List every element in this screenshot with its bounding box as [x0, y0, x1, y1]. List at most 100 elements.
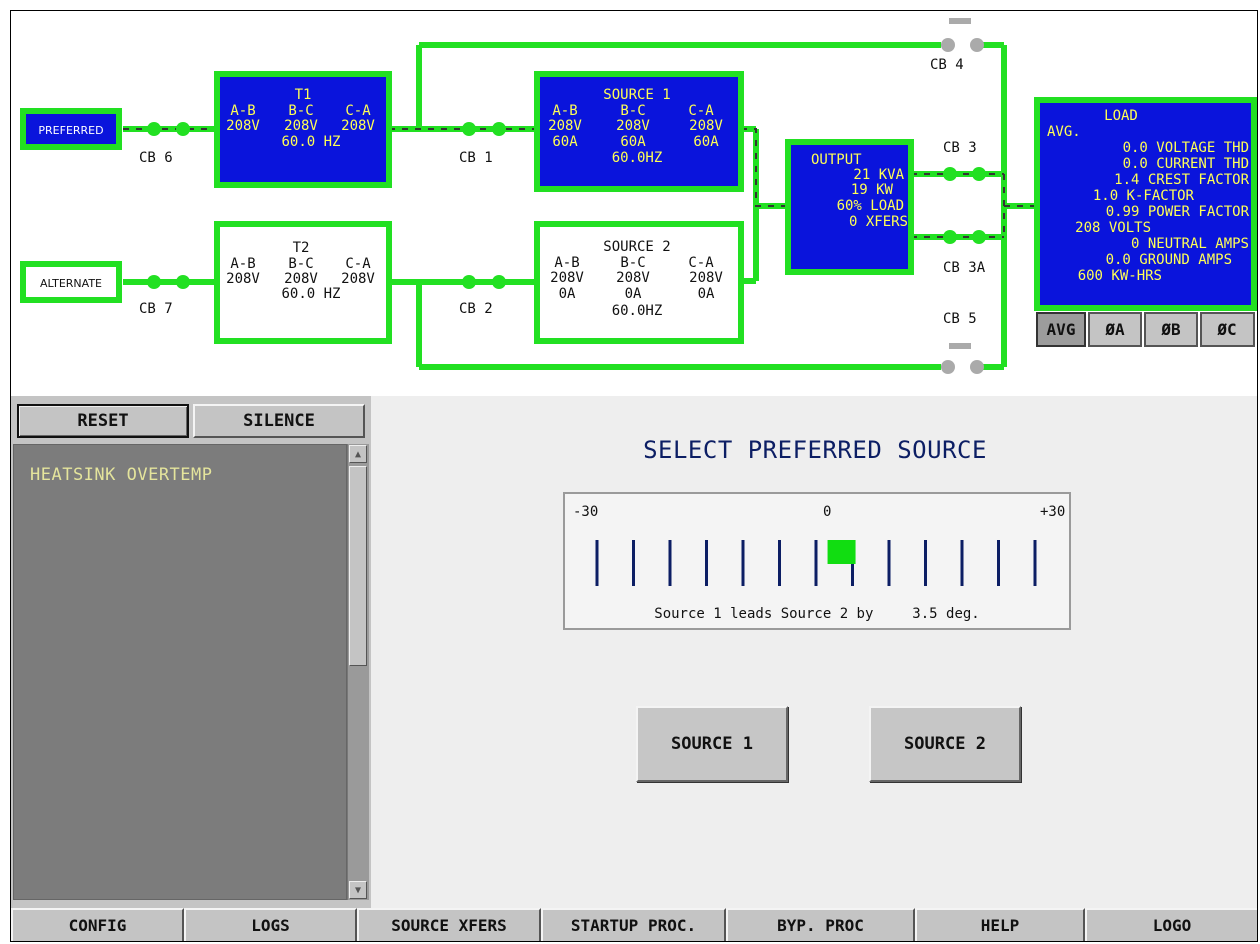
output-kva: 21 KVA [853, 167, 904, 183]
scroll-thumb[interactable] [349, 466, 367, 666]
bypass-proc-button[interactable]: BYP. PROC [726, 908, 915, 941]
load-kw-hrs: 600 KW-HRS [1078, 268, 1162, 284]
load-tab-avg[interactable]: AVG [1036, 312, 1086, 347]
source1-head-ab: A-B [552, 103, 577, 119]
load-tab-phase-b-label: ØB [1160, 320, 1181, 339]
help-button[interactable]: HELP [915, 908, 1085, 941]
cb1-contact-b [492, 122, 506, 136]
source2-amp-a: 0A [559, 286, 576, 302]
source1-amp-b: 60A [620, 134, 646, 150]
source2-head-bc: B-C [620, 255, 645, 271]
phase-caption-prefix: Source 1 leads Source 2 by [654, 606, 874, 622]
cb6-contact-a [147, 122, 161, 136]
source1-head-bc: B-C [620, 103, 645, 119]
t2-volt-ca: 208V [341, 271, 375, 287]
load-title: LOAD [1104, 108, 1138, 124]
cb7-contact-b [176, 275, 190, 289]
cb2-contact-b [492, 275, 506, 289]
cb1-contact-a [462, 122, 476, 136]
load-panel: LOAD AVG. 0.0 VOLTAGE THD 0.0 CURRENT TH… [1034, 97, 1257, 311]
load-tab-phase-c[interactable]: ØC [1200, 312, 1255, 347]
cb3-contact-b [972, 167, 986, 181]
source-xfers-button[interactable]: SOURCE XFERS [357, 908, 541, 941]
cb3a-label: CB 3A [943, 260, 986, 276]
alarm-message: HEATSINK OVERTEMP [30, 465, 213, 485]
cb5-contact-a [941, 360, 955, 374]
alarm-list[interactable]: HEATSINK OVERTEMP [13, 444, 347, 900]
cb3a-contact-b [972, 230, 986, 244]
cb2-contact-a [462, 275, 476, 289]
source1-volt-bc: 208V [616, 118, 650, 134]
t2-head-bc: B-C [288, 256, 313, 272]
reset-button[interactable]: RESET [17, 404, 189, 438]
select-source-title: SELECT PREFERRED SOURCE [643, 436, 987, 464]
t1-volt-ca: 208V [341, 118, 375, 134]
source1-volt-ca: 208V [689, 118, 723, 134]
output-load: 60% LOAD [837, 198, 904, 214]
phase-indicator [827, 540, 856, 564]
alternate-label: ALTERNATE [40, 277, 102, 290]
source1-amp-c: 60A [693, 134, 719, 150]
source1-amp-a: 60A [552, 134, 578, 150]
source1-volt-ab: 208V [548, 118, 582, 134]
hmi-screen: PREFERRED ALTERNATE T1 A-B B-C C-A 208V … [10, 10, 1258, 942]
source-1-panel: SOURCE 1 A-B B-C C-A 208V 208V 208V 60A … [534, 71, 744, 192]
phase-caption: Source 1 leads Source 2 by 3.5 deg. [565, 606, 1069, 622]
t1-volt-ab: 208V [226, 118, 260, 134]
load-ground-amps: 0.0 GROUND AMPS [1106, 252, 1232, 268]
source2-head-ca: C-A [688, 255, 714, 271]
load-tab-phase-a-label: ØA [1104, 320, 1125, 339]
cb5-contact-b [970, 360, 984, 374]
alternate-input[interactable]: ALTERNATE [20, 261, 122, 303]
alarm-panel: RESET SILENCE HEATSINK OVERTEMP ▲ ▼ [11, 396, 371, 908]
load-tab-phase-b[interactable]: ØB [1144, 312, 1198, 347]
silence-button[interactable]: SILENCE [193, 404, 365, 438]
alarm-scrollbar[interactable]: ▲ ▼ [347, 444, 369, 900]
t1-head-ab: A-B [230, 103, 255, 119]
cb6-contact-b [176, 122, 190, 136]
source2-volt-ca: 208V [689, 270, 723, 286]
one-line-diagram: PREFERRED ALTERNATE T1 A-B B-C C-A 208V … [11, 11, 1257, 396]
source-2-button[interactable]: SOURCE 2 [869, 706, 1021, 782]
cb4-contact-a [941, 38, 955, 52]
load-tab-avg-label: AVG [1047, 320, 1076, 339]
source2-amp-b: 0A [625, 286, 642, 302]
scroll-down-icon[interactable]: ▼ [349, 881, 367, 899]
preferred-label: PREFERRED [38, 124, 103, 137]
source2-volt-ab: 208V [550, 270, 584, 286]
t2-head-ab: A-B [230, 256, 255, 272]
preferred-input[interactable]: PREFERRED [20, 108, 122, 150]
output-kw: 19 KW [851, 182, 894, 198]
load-current-thd: 0.0 CURRENT THD [1123, 156, 1249, 172]
source2-title: SOURCE 2 [603, 239, 670, 255]
logs-button[interactable]: LOGS [184, 908, 357, 941]
config-button[interactable]: CONFIG [11, 908, 184, 941]
footer-nav: CONFIG LOGS SOURCE XFERS STARTUP PROC. B… [11, 908, 1257, 941]
scroll-up-icon[interactable]: ▲ [349, 445, 367, 463]
load-subtitle: AVG. [1047, 124, 1081, 140]
output-panel: OUTPUT 21 KVA 19 KW 60% LOAD 0 XFERS [785, 139, 914, 275]
cb5-open-bar [949, 343, 971, 349]
transformer-t1: T1 A-B B-C C-A 208V 208V 208V 60.0 HZ [214, 71, 392, 188]
cb7-label: CB 7 [139, 301, 173, 317]
t2-volt-bc: 208V [284, 271, 318, 287]
source1-title: SOURCE 1 [603, 87, 670, 103]
load-neutral-amps: 0 NEUTRAL AMPS [1131, 236, 1249, 252]
source-1-button[interactable]: SOURCE 1 [636, 706, 788, 782]
cb7-contact-a [147, 275, 161, 289]
load-k-factor: 1.0 K-FACTOR [1093, 188, 1195, 204]
t2-volt-ab: 208V [226, 271, 260, 287]
source1-head-ca: C-A [688, 103, 714, 119]
cb3-contact-a [943, 167, 957, 181]
source-2-panel: SOURCE 2 A-B B-C C-A 208V 208V 208V 0A 0… [534, 221, 744, 344]
cb4-contact-b [970, 38, 984, 52]
logo-button[interactable]: LOGO [1085, 908, 1257, 941]
cb6-label: CB 6 [139, 150, 173, 166]
load-volts: 208 VOLTS [1075, 220, 1151, 236]
startup-proc-button[interactable]: STARTUP PROC. [541, 908, 726, 941]
phase-caption-value: 3.5 deg. [912, 606, 980, 622]
t1-head-ca: C-A [345, 103, 371, 119]
load-tab-phase-a[interactable]: ØA [1088, 312, 1142, 347]
load-voltage-thd: 0.0 VOLTAGE THD [1123, 140, 1249, 156]
cb4-open-bar [949, 18, 971, 24]
